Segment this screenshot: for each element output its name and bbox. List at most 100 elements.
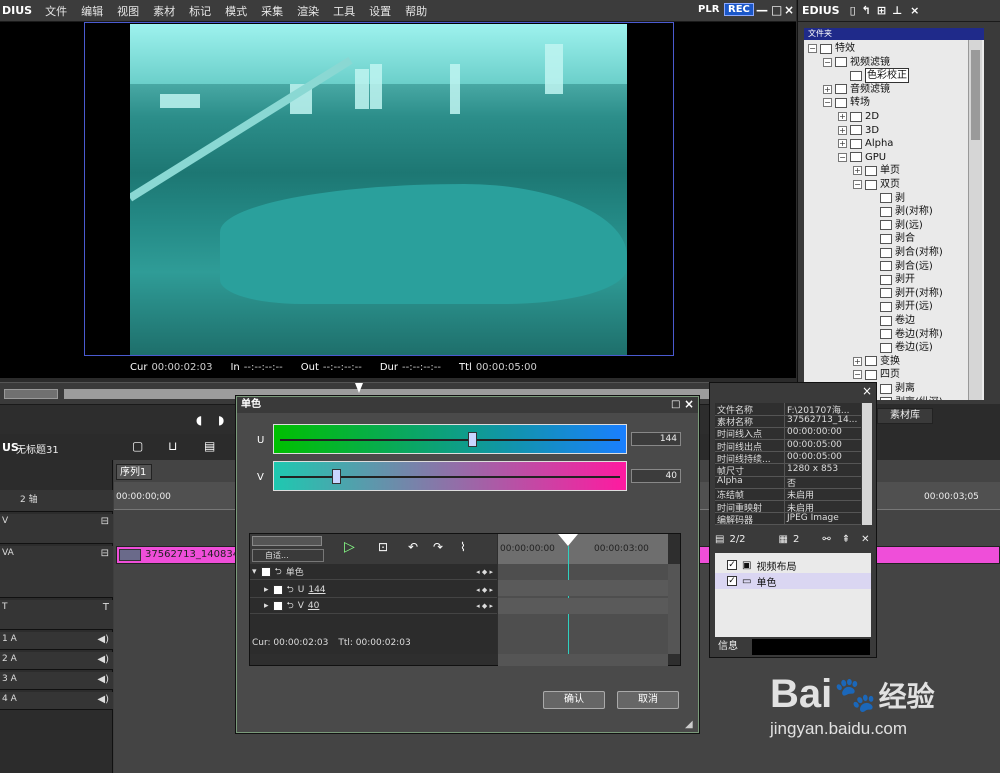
menu-render[interactable]: 渲染 (290, 3, 326, 19)
menu-marker[interactable]: 标记 (182, 3, 218, 19)
kf-nav-icon[interactable]: ◂ ◆ ▸ (476, 586, 493, 594)
tree-item[interactable]: +剥合 (868, 232, 915, 245)
collapse-icon[interactable]: − (823, 57, 832, 67)
tab-library[interactable]: 素材库 (877, 408, 933, 424)
graph-icon[interactable]: ⌇ (460, 540, 466, 554)
maximize-icon[interactable]: □ (771, 3, 782, 17)
tree-item[interactable]: +卷边 (868, 314, 915, 327)
v-value-field[interactable]: 40 (631, 469, 681, 483)
track-header[interactable]: 2 轴 (0, 490, 113, 512)
expand-icon[interactable]: + (838, 125, 847, 135)
delete-icon[interactable]: ✕ (861, 534, 869, 545)
tree-scrollbar[interactable] (968, 40, 982, 400)
tree-item[interactable]: +色彩校正 (838, 68, 909, 84)
mark-in-icon[interactable]: ◖ (196, 413, 202, 427)
tree-item[interactable]: + Alpha (838, 137, 893, 150)
track-header[interactable]: 3 A ◀) (0, 672, 113, 690)
track-header[interactable]: 4 A ◀) (0, 692, 113, 710)
tree-item[interactable]: − 转场 (823, 96, 870, 109)
expand-icon[interactable]: + (823, 84, 832, 94)
effect-row-mono[interactable]: ✓ ▭ 单色 (715, 573, 871, 589)
play-icon[interactable]: ▷ (344, 539, 355, 555)
collapse-icon[interactable]: − (838, 152, 847, 162)
kf-hscroll[interactable] (498, 654, 668, 666)
close-icon[interactable]: × (784, 3, 794, 17)
tree-item[interactable]: +剥(对称) (868, 205, 933, 218)
tree-item[interactable]: − 特效 (808, 42, 855, 55)
effect-checkbox[interactable]: ✓ (727, 576, 737, 586)
kf-checkbox[interactable] (260, 566, 271, 577)
settings-dropdown-icon[interactable]: ⊥ (892, 4, 902, 17)
tree-item[interactable]: +剥离(纵深) (868, 396, 943, 400)
tree-item[interactable]: + 变换 (853, 355, 900, 368)
menu-clip[interactable]: 素材 (146, 3, 182, 19)
effect-row-layout[interactable]: ✓ ▣ 视频布局 (715, 557, 871, 573)
ok-button[interactable]: 确认 (543, 691, 605, 709)
tree-item[interactable]: +卷边(远) (868, 341, 933, 354)
tab-sequence[interactable]: 序列1 (116, 464, 152, 480)
menu-file[interactable]: 文件 (38, 3, 74, 19)
u-slider[interactable] (273, 424, 627, 454)
audio-track-icon[interactable]: ◀) (97, 634, 109, 645)
kf-row-mono[interactable]: ▾ ⮌ 单色 ◂ ◆ ▸ (250, 564, 497, 580)
kf-dropdown[interactable]: 自适... (252, 549, 324, 562)
v-slider[interactable] (273, 461, 627, 491)
minimize-icon[interactable]: — (756, 3, 768, 17)
expand-icon[interactable]: ▸ (264, 585, 269, 595)
tree-item[interactable]: +剥开 (868, 273, 915, 286)
menu-help[interactable]: 帮助 (398, 3, 434, 19)
kf-nav-icon[interactable]: ◂ ◆ ▸ (476, 602, 493, 610)
menu-edit[interactable]: 编辑 (74, 3, 110, 19)
track-header[interactable]: TT (0, 600, 113, 630)
plr-indicator[interactable]: PLR (698, 4, 719, 15)
tree-item[interactable]: +剥合(对称) (868, 246, 943, 259)
new-sequence-icon[interactable]: ▢ (132, 439, 143, 453)
open-icon[interactable]: ⊔ (168, 439, 177, 453)
menu-settings[interactable]: 设置 (362, 3, 398, 19)
kf-row-v[interactable]: ▸ ⮌ V 40 ◂ ◆ ▸ (250, 598, 497, 614)
track-header[interactable]: VA ⊟ (0, 546, 113, 598)
expand-icon[interactable]: ▾ (252, 567, 257, 577)
scroll-thumb[interactable] (971, 50, 980, 140)
audio-track-icon[interactable]: ◀) (97, 694, 109, 705)
save-icon[interactable]: ▤ (204, 439, 215, 453)
tree-item[interactable]: − 四页 (853, 368, 900, 381)
expand-icon[interactable]: + (853, 356, 862, 366)
collapse-icon[interactable]: − (823, 98, 832, 108)
u-value-field[interactable]: 144 (631, 432, 681, 446)
resize-grip-icon[interactable]: ◢ (685, 719, 693, 730)
dialog-close-icon[interactable]: × (684, 396, 694, 412)
arrow-icon[interactable]: ⇞ (842, 534, 850, 545)
tree-item[interactable]: +剥(远) (868, 219, 923, 232)
expand-icon[interactable]: + (838, 139, 847, 149)
track-header[interactable]: V ⊟ (0, 514, 113, 544)
collapse-icon[interactable]: − (853, 370, 862, 380)
title-track-icon[interactable]: T (103, 602, 109, 613)
u-slider-knob[interactable] (468, 432, 478, 447)
track-header[interactable]: 1 A ◀) (0, 632, 113, 650)
kf-ruler[interactable]: 00:00:00:00 00:00:03:00 (498, 534, 668, 564)
keyframe-graph[interactable]: 00:00:00:00 00:00:03:00 (498, 534, 668, 654)
audio-track-icon[interactable]: ◀) (97, 654, 109, 665)
tree-item[interactable]: − 视频滤镜 (823, 56, 890, 69)
collapse-icon[interactable]: − (853, 180, 862, 189)
v-slider-knob[interactable] (332, 469, 342, 484)
tree-item[interactable]: +剥开(对称) (868, 287, 943, 300)
video-track-icon[interactable]: ⊟ (101, 516, 109, 527)
effect-checkbox[interactable]: ✓ (727, 560, 737, 570)
audio-track-icon[interactable]: ◀) (97, 674, 109, 685)
kf-checkbox[interactable] (272, 584, 283, 595)
kf-nav-icon[interactable]: ◂ ◆ ▸ (476, 568, 493, 576)
prev-keyframe-icon[interactable]: ↶ (408, 540, 418, 554)
tab-info[interactable]: 信息 (715, 639, 751, 655)
jog-slider[interactable] (4, 389, 58, 399)
up-folder-icon[interactable]: ↰ (862, 4, 871, 17)
kf-checkbox[interactable] (272, 600, 283, 611)
link-icon[interactable]: ⚯ (822, 534, 830, 545)
menu-tools[interactable]: 工具 (326, 3, 362, 19)
tree-icon[interactable]: ⊞ (877, 4, 886, 17)
tree-item[interactable]: +卷边(对称) (868, 328, 943, 341)
tree-item[interactable]: +3D (838, 124, 879, 137)
tree-item[interactable]: + 单页 (853, 164, 900, 177)
kf-vscroll[interactable] (668, 564, 680, 654)
